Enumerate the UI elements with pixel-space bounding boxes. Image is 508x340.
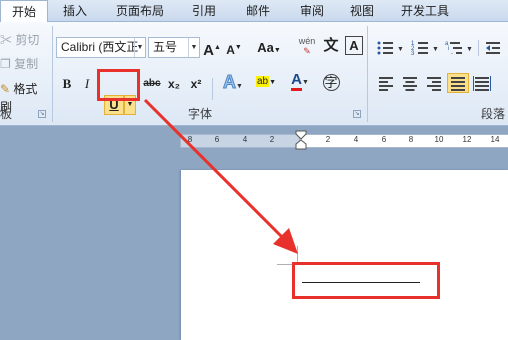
- annotation-arrow-icon: [143, 98, 298, 254]
